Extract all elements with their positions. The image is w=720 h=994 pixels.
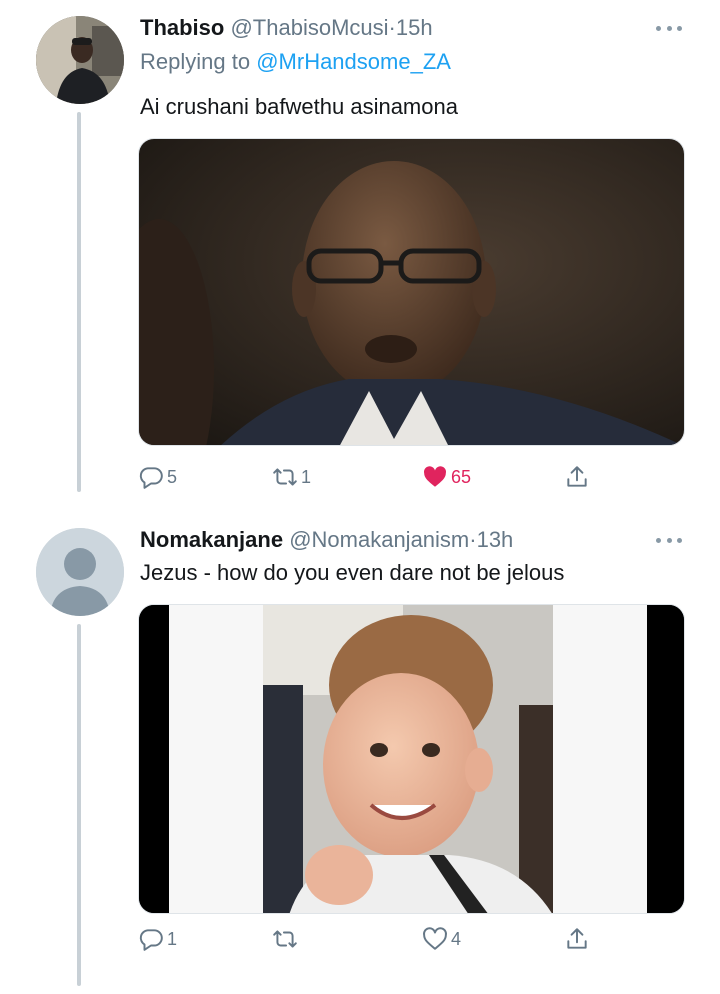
- like-button[interactable]: 4: [422, 924, 461, 954]
- share-icon: [567, 466, 587, 487]
- like-count: 65: [451, 466, 472, 487]
- separator-dot: ·: [388, 15, 396, 40]
- thread-line: [77, 624, 81, 986]
- reply-count: 1: [167, 928, 178, 949]
- reply-button[interactable]: 1: [138, 924, 177, 954]
- retweet-button[interactable]: [272, 924, 301, 954]
- user-handle[interactable]: @Nomakanjanism: [289, 527, 469, 552]
- tweet-image[interactable]: [138, 604, 685, 914]
- replying-to-mention[interactable]: @MrHandsome_ZA: [256, 49, 451, 74]
- tweet[interactable]: Thabiso @ThabisoMcusi·15h Replying to @M…: [0, 0, 720, 500]
- retweet-button[interactable]: 1: [272, 462, 311, 492]
- tweet-text: Jezus - how do you even dare not be jelo…: [140, 560, 565, 585]
- user-handle[interactable]: @ThabisoMcusi: [230, 15, 388, 40]
- like-count: 4: [451, 928, 462, 949]
- reply-button[interactable]: 5: [138, 462, 177, 492]
- replying-to: Replying to @MrHandsome_ZA: [140, 48, 451, 76]
- retweet-count: 1: [301, 466, 312, 487]
- separator-dot: ·: [469, 527, 477, 552]
- tweet-image[interactable]: [138, 138, 685, 446]
- share-button[interactable]: [564, 924, 590, 954]
- retweet-icon: [273, 468, 297, 486]
- timestamp[interactable]: 15h: [396, 15, 433, 40]
- share-icon: [567, 928, 587, 949]
- tweet[interactable]: Nomakanjane @Nomakanjanism·13h Jezus - h…: [0, 510, 720, 994]
- replying-to-label: Replying to: [140, 49, 251, 74]
- heart-outline-icon: [423, 927, 447, 950]
- tweet-header: Thabiso @ThabisoMcusi·15h: [140, 14, 680, 42]
- tweet-header: Nomakanjane @Nomakanjanism·13h: [140, 526, 680, 554]
- like-button[interactable]: 65: [422, 462, 471, 492]
- tweet-actions: 1 4: [138, 924, 598, 954]
- more-options-icon[interactable]: [656, 536, 682, 544]
- reply-count: 5: [167, 466, 178, 487]
- reply-icon: [139, 929, 163, 951]
- avatar[interactable]: [36, 16, 124, 104]
- more-options-icon[interactable]: [656, 24, 682, 32]
- share-button[interactable]: [564, 462, 590, 492]
- thread-line: [77, 112, 81, 492]
- retweet-icon: [273, 930, 297, 948]
- heart-filled-icon: [424, 466, 446, 487]
- display-name[interactable]: Thabiso: [140, 15, 224, 40]
- tweet-actions: 5 1 65: [138, 462, 598, 492]
- timestamp[interactable]: 13h: [477, 527, 514, 552]
- avatar[interactable]: [36, 528, 124, 616]
- reply-icon: [139, 467, 163, 489]
- tweet-text: Ai crushani bafwethu asinamona: [140, 94, 458, 119]
- display-name[interactable]: Nomakanjane: [140, 527, 283, 552]
